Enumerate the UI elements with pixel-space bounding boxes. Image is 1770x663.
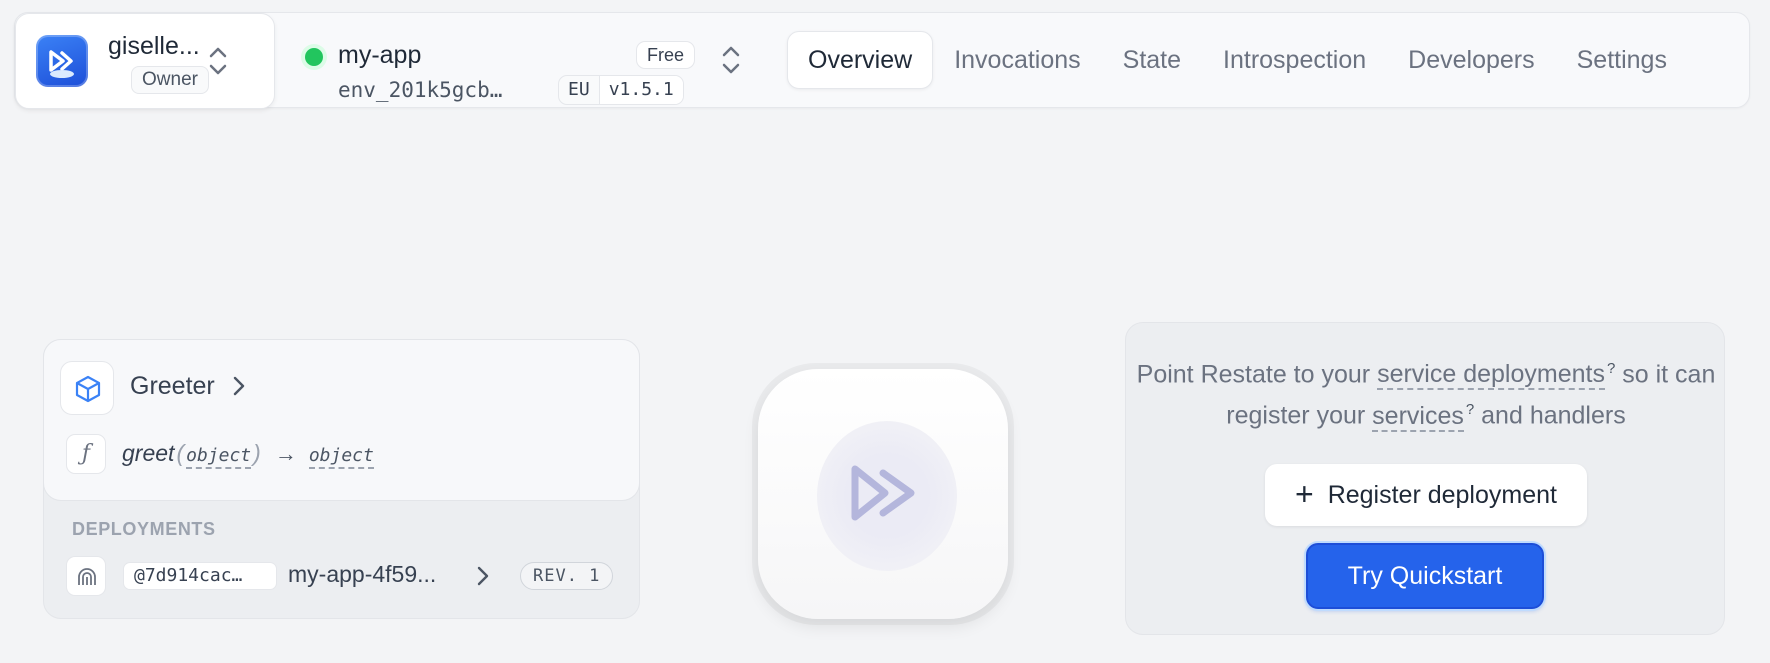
nav-tabs: Overview Invocations State Introspection… — [787, 31, 1688, 89]
role-badge: Owner — [131, 66, 209, 94]
restate-logo-icon — [851, 465, 915, 521]
tab-state[interactable]: State — [1102, 31, 1202, 89]
deployment-id: @7d914cac… — [123, 562, 277, 590]
deployment-name-link[interactable]: my-app-4f59... — [288, 561, 458, 588]
chevron-right-icon[interactable] — [232, 375, 246, 402]
register-deployment-label: Register deployment — [1327, 480, 1557, 509]
tab-overview[interactable]: Overview — [787, 31, 934, 89]
tab-settings[interactable]: Settings — [1556, 31, 1688, 89]
close-paren: ) — [253, 440, 261, 466]
handler-name: greet — [122, 440, 175, 466]
plus-icon: + — [1295, 475, 1314, 512]
handler-output-type[interactable]: object — [308, 445, 374, 469]
status-dot-icon — [305, 48, 323, 66]
tab-invocations[interactable]: Invocations — [933, 31, 1101, 89]
plan-badge: Free — [636, 41, 696, 69]
handler-input-type[interactable]: object — [186, 445, 252, 469]
instructions-text: and handlers — [1481, 401, 1626, 430]
chevron-up-down-icon[interactable] — [719, 41, 743, 79]
restate-tile-face — [758, 369, 1008, 619]
service-deployments-term[interactable]: service deployments — [1377, 360, 1605, 391]
register-instructions: Point Restate to your service deployment… — [1126, 351, 1726, 434]
deployments-heading: DEPLOYMENTS — [72, 519, 216, 539]
handler-signature[interactable]: greet ( object ) → object — [122, 440, 374, 469]
arrow-right-icon: → — [274, 441, 297, 466]
revision-badge: REV. 1 — [520, 562, 614, 590]
tooltip-question-icon[interactable]: ? — [1607, 360, 1615, 377]
function-icon: ƒ — [66, 434, 106, 474]
register-deployment-button[interactable]: + Register deployment — [1265, 464, 1587, 526]
restate-tile — [752, 363, 1014, 625]
chevron-right-icon[interactable] — [476, 565, 490, 592]
environment-id: env_201k5gcb… — [338, 78, 503, 102]
account-name: giselle... — [108, 32, 200, 60]
service-header: Greeter ƒ greet ( object ) → object — [43, 339, 640, 501]
cube-icon — [60, 361, 114, 415]
chevron-up-down-icon[interactable] — [206, 42, 230, 80]
region-label: EU — [568, 79, 590, 100]
tab-developers[interactable]: Developers — [1387, 31, 1555, 89]
fingerprint-icon — [66, 556, 106, 596]
account-switcher[interactable]: giselle... Owner — [15, 13, 275, 109]
services-term[interactable]: services — [1372, 401, 1464, 432]
tab-introspection[interactable]: Introspection — [1202, 31, 1387, 89]
service-name-link[interactable]: Greeter — [130, 372, 215, 401]
version-label: v1.5.1 — [598, 76, 683, 104]
service-card: Greeter ƒ greet ( object ) → object DEPL… — [43, 339, 640, 619]
region-version-badge: EU v1.5.1 — [558, 75, 684, 105]
top-bar: giselle... Owner my-app env_201k5gcb… Fr… — [14, 12, 1750, 109]
tooltip-question-icon[interactable]: ? — [1466, 401, 1474, 418]
try-quickstart-button[interactable]: Try Quickstart — [1306, 543, 1544, 609]
open-paren: ( — [176, 440, 185, 466]
restate-logo-icon — [36, 35, 88, 87]
register-panel: Point Restate to your service deployment… — [1125, 322, 1725, 635]
environment-name: my-app — [338, 41, 422, 69]
instructions-text: Point Restate to your — [1136, 360, 1371, 389]
